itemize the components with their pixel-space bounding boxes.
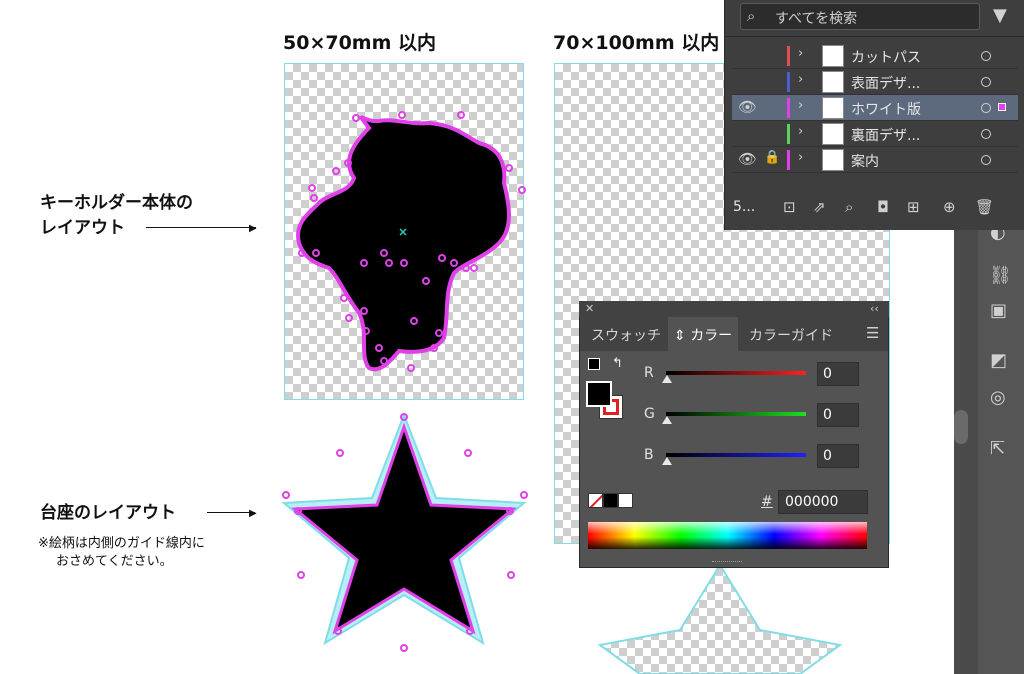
swap-colors-icon[interactable]: ↰ — [612, 356, 623, 371]
layer-row[interactable]: › 表面デザ... — [732, 69, 1018, 95]
layer-thumbnail — [822, 71, 844, 93]
chevron-right-icon[interactable]: › — [798, 98, 803, 113]
clipping-mask-icon[interactable]: ◘ — [877, 198, 889, 216]
close-icon[interactable]: ✕ — [585, 302, 594, 315]
label-base-title: 台座のレイアウト — [40, 503, 176, 523]
black-swatch[interactable] — [603, 493, 618, 508]
layer-thumbnail — [822, 123, 844, 145]
channel-slider-thumb[interactable] — [662, 375, 672, 383]
artboard-title-large: 70×100mm 以内 — [553, 32, 720, 54]
label-keyholder-line2: レイアウト — [40, 218, 125, 238]
locate-object-icon[interactable]: ⊡ — [783, 198, 796, 216]
link-icon[interactable]: ⛓ — [989, 265, 1012, 286]
layer-name: 表面デザ... — [851, 76, 921, 92]
lock-icon[interactable]: 🔒 — [764, 150, 780, 165]
channel-slider-track[interactable] — [666, 371, 806, 375]
layer-thumbnail — [822, 149, 844, 171]
channel-label: B — [644, 447, 654, 463]
white-swatch[interactable] — [618, 493, 633, 508]
layer-name: 案内 — [851, 154, 879, 170]
collapse-icon[interactable]: ‹‹ — [870, 302, 879, 315]
tab-color-guide[interactable]: カラーガイド — [749, 325, 833, 345]
star-base-large — [597, 563, 843, 674]
layer-name: 裏面デザ... — [851, 128, 921, 144]
channel-slider-track[interactable] — [666, 453, 806, 457]
library-icon[interactable]: ▣ — [990, 300, 1007, 321]
tab-color-label: カラー — [690, 328, 733, 344]
channel-value-input[interactable]: 0 — [817, 444, 859, 468]
label-keyholder-line1: キーホルダー本体の — [40, 193, 193, 213]
default-colors-icon[interactable] — [588, 358, 600, 370]
search-layer-icon[interactable]: ⌕ — [845, 198, 853, 216]
target-icon[interactable] — [981, 77, 991, 87]
layer-row[interactable]: › カットパス — [732, 43, 1018, 69]
layer-thumbnail — [822, 97, 844, 119]
new-sublayer-icon[interactable]: ⊞ — [907, 198, 920, 216]
export-icon[interactable]: ⇱ — [990, 438, 1005, 459]
hex-label: # — [761, 494, 773, 510]
channel-slider-thumb[interactable] — [662, 416, 672, 424]
arrow-line-keyholder — [146, 227, 256, 228]
layer-color-bar — [787, 150, 790, 170]
layer-name: ホワイト版 — [851, 102, 921, 118]
shape-builder-icon[interactable]: ◩ — [990, 350, 1007, 371]
target-icon[interactable] — [981, 51, 991, 61]
layer-color-bar — [787, 46, 790, 66]
arrow-head-keyholder: ▶ — [249, 223, 257, 234]
filter-icon[interactable]: ▼ — [993, 5, 1007, 26]
note-line2: おさめてください。 — [56, 554, 173, 569]
channel-slider-thumb[interactable] — [662, 457, 672, 465]
layer-color-bar — [787, 124, 790, 144]
artboard-title-small: 50×70mm 以内 — [283, 32, 437, 54]
search-placeholder: すべてを検索 — [775, 11, 858, 27]
keyholder-silhouette[interactable] — [284, 63, 529, 383]
panel-menu-icon[interactable]: ☰ — [866, 324, 879, 342]
channel-label: G — [644, 406, 655, 422]
export-layer-icon[interactable]: ⇗ — [813, 198, 826, 216]
channel-label: R — [644, 365, 654, 381]
tab-color[interactable]: ⇕ カラー — [674, 325, 732, 345]
note-line1: ※絵柄は内側のガイド線内に — [38, 536, 205, 551]
search-icon: ⌕ — [747, 7, 756, 25]
layer-row[interactable]: › 裏面デザ... — [732, 121, 1018, 147]
trash-icon[interactable]: 🗑 — [975, 198, 994, 216]
star-base[interactable] — [276, 403, 536, 658]
eye-icon[interactable]: 👁 — [738, 98, 757, 116]
channel-value-input[interactable]: 0 — [817, 403, 859, 427]
chevron-right-icon[interactable]: › — [798, 124, 803, 139]
channel-value-input[interactable]: 0 — [817, 362, 859, 386]
arrow-head-base: ▶ — [249, 508, 257, 519]
chevron-right-icon[interactable]: › — [798, 150, 803, 165]
hex-input[interactable]: 000000 — [778, 490, 868, 514]
layer-count: 5... — [733, 199, 756, 215]
chevron-right-icon[interactable]: › — [798, 46, 803, 61]
layer-search-input[interactable]: ⌕ すべてを検索 — [740, 3, 980, 30]
channel-slider-track[interactable] — [666, 412, 806, 416]
layer-name: カットパス — [851, 50, 921, 66]
layer-thumbnail — [822, 45, 844, 67]
resize-grip[interactable] — [712, 561, 742, 565]
target-icon[interactable] — [981, 103, 991, 113]
fill-swatch[interactable] — [586, 381, 612, 407]
eye-icon[interactable]: 👁 — [738, 150, 757, 168]
layer-color-bar — [787, 72, 790, 92]
layer-color-bar — [787, 98, 790, 118]
layer-row[interactable]: 👁 🔒 › 案内 — [732, 147, 1018, 173]
chevron-right-icon[interactable]: › — [798, 72, 803, 87]
new-layer-icon[interactable]: ⊕ — [943, 198, 956, 216]
target-icon[interactable] — [981, 155, 991, 165]
color-spectrum-shade — [588, 522, 867, 549]
target-icon[interactable] — [981, 129, 991, 139]
layers-divider — [724, 36, 1024, 37]
arrow-line-base — [207, 512, 255, 513]
color-panel-titlebar[interactable] — [579, 301, 889, 317]
none-swatch[interactable] — [588, 493, 603, 508]
selection-indicator[interactable] — [998, 103, 1006, 111]
tab-swatches[interactable]: スウォッチ — [591, 325, 661, 345]
dock-scroll-handle[interactable] — [954, 410, 968, 444]
layer-row[interactable]: 👁 › ホワイト版 — [732, 95, 1018, 121]
symbol-icon[interactable]: ◎ — [990, 387, 1006, 408]
